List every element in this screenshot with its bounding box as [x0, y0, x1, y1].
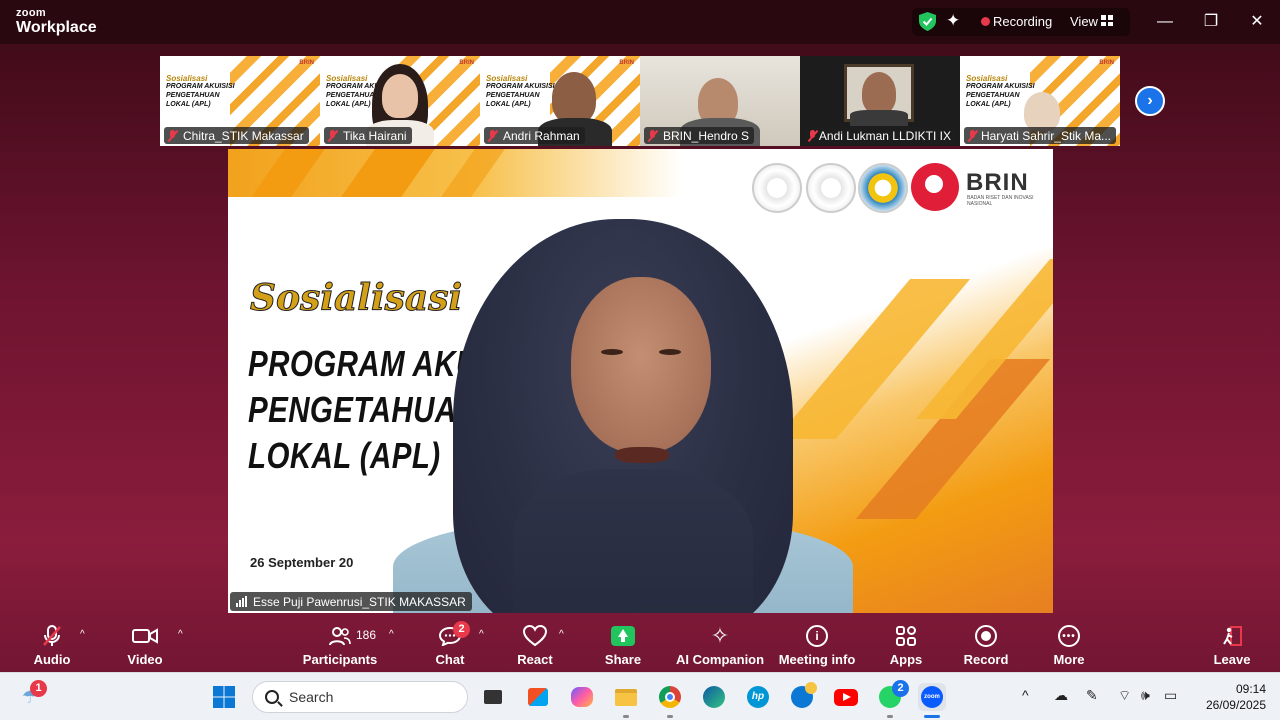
shield-check-icon[interactable]	[919, 12, 936, 31]
wifi-icon[interactable]: ⌔	[1118, 687, 1131, 705]
speaker-video	[393, 219, 853, 613]
institution-logo	[858, 163, 908, 213]
copilot-icon[interactable]	[568, 683, 596, 711]
assistant-app-icon[interactable]	[788, 682, 817, 711]
more-button[interactable]: ••• More	[1050, 620, 1088, 672]
ai-sparkle-icon: ✧	[710, 623, 730, 648]
heart-icon	[523, 620, 547, 652]
people-icon	[329, 620, 351, 652]
participant-tile[interactable]: BRIN Sosialisasi PROGRAM AKUISISI PENGET…	[320, 56, 480, 146]
participant-name-tag: BRIN_Hendro S	[644, 127, 755, 144]
title-bar: zoom Workplace ✦ Recording View — ❐ ✕	[0, 0, 1280, 44]
meeting-toolbar: Audio ^ Video ^ Participants 186 ^ Chat …	[0, 620, 1280, 672]
mic-muted-icon	[808, 129, 815, 142]
system-clock[interactable]: 09:14 26/09/2025	[1196, 681, 1266, 713]
cloud-icon[interactable]: ☁	[1054, 687, 1068, 704]
close-button[interactable]: ✕	[1245, 10, 1269, 34]
video-options-chevron-icon[interactable]: ^	[178, 629, 183, 640]
participant-name-tag: Haryati Sahrir_Stik Ma...	[964, 127, 1116, 144]
participant-tile[interactable]: BRIN Sosialisasi PROGRAM AKUISISI PENGET…	[960, 56, 1120, 146]
zoom-taskbar-icon[interactable]: zoom	[918, 683, 946, 711]
apps-icon	[895, 620, 917, 652]
recording-dot-icon	[981, 17, 990, 26]
react-button[interactable]: React	[516, 620, 554, 672]
react-options-chevron-icon[interactable]: ^	[559, 629, 564, 640]
mic-muted-icon	[648, 129, 657, 142]
meeting-info-button[interactable]: i Meeting info	[778, 620, 856, 672]
brin-subtitle: BADAN RISET DAN INOVASI NASIONAL	[967, 195, 1034, 207]
participant-name-tag: Andi Lukman LLDIKTI IX	[804, 127, 956, 144]
search-icon	[265, 690, 279, 704]
mic-status-icon[interactable]: ✎	[1086, 687, 1098, 704]
taskbar-search-input[interactable]: Search	[252, 681, 468, 713]
chevron-up-icon[interactable]: ^	[1022, 687, 1029, 703]
brin-logo	[911, 163, 959, 211]
slide-date: 26 September 20	[250, 555, 354, 570]
record-button[interactable]: Record	[964, 620, 1008, 672]
chevron-right-icon: ›	[1147, 92, 1153, 109]
participant-name-tag: Tika Hairani	[324, 127, 412, 144]
participants-options-chevron-icon[interactable]: ^	[389, 629, 394, 640]
participant-video	[552, 72, 596, 124]
chrome-icon[interactable]	[656, 683, 684, 711]
participant-strip: BRIN Sosialisasi PROGRAM AKUISISI PENGET…	[160, 56, 1120, 146]
leave-button[interactable]: Leave	[1212, 620, 1252, 672]
recording-label[interactable]: Recording	[993, 14, 1052, 29]
brin-wordmark: BRIN	[966, 169, 1029, 196]
brand-large: Workplace	[16, 19, 97, 36]
info-icon: i	[806, 625, 828, 647]
share-screen-icon	[611, 626, 635, 646]
microsoft-store-icon[interactable]	[524, 683, 552, 711]
youtube-icon[interactable]	[832, 683, 860, 711]
institution-logo	[806, 163, 856, 213]
ai-sparkle-icon[interactable]: ✦	[946, 11, 960, 31]
restore-button[interactable]: ❐	[1199, 10, 1223, 34]
mic-muted-icon	[168, 129, 177, 142]
task-view-icon[interactable]	[479, 683, 507, 711]
windows-taskbar: ☂ 1 Search hp 2 zoom ^ ☁ ✎ ⌔ 🕪 ▭ 09:14 2…	[0, 672, 1280, 720]
share-button[interactable]: Share	[604, 620, 642, 672]
record-icon	[975, 625, 997, 647]
minimize-button[interactable]: —	[1153, 10, 1177, 34]
participant-tile[interactable]: BRIN Sosialisasi PROGRAM AKUISISI PENGET…	[480, 56, 640, 146]
mic-muted-icon	[968, 129, 975, 142]
chat-unread-badge: 2	[453, 621, 470, 638]
participant-video	[1024, 92, 1060, 132]
mic-muted-icon	[41, 620, 63, 652]
participant-tile[interactable]: Andi Lukman LLDIKTI IX	[800, 56, 960, 146]
edge-icon[interactable]	[700, 683, 728, 711]
participant-tile[interactable]: BRIN_Hendro S	[640, 56, 800, 146]
audio-options-chevron-icon[interactable]: ^	[80, 629, 85, 640]
participants-count: 186	[356, 628, 377, 642]
mic-muted-icon	[488, 129, 497, 142]
windows-start-icon[interactable]	[210, 683, 238, 711]
whatsapp-badge: 2	[892, 680, 909, 697]
app-logo: zoom Workplace	[16, 8, 97, 36]
video-button[interactable]: Video	[125, 620, 165, 672]
hp-icon[interactable]: hp	[744, 683, 772, 711]
battery-icon[interactable]: ▭	[1164, 687, 1177, 704]
weather-badge: 1	[30, 680, 47, 697]
volume-icon[interactable]: 🕪	[1141, 687, 1150, 704]
participant-name-tag: Chitra_STIK Makassar	[164, 127, 309, 144]
ai-companion-button[interactable]: ✧ AI Companion	[676, 620, 764, 672]
mic-muted-icon	[328, 129, 337, 142]
camera-icon	[132, 620, 158, 652]
apps-button[interactable]: Apps	[888, 620, 924, 672]
grid-icon[interactable]	[1101, 15, 1113, 26]
file-explorer-icon[interactable]	[612, 683, 640, 711]
chat-options-chevron-icon[interactable]: ^	[479, 629, 484, 640]
audio-button[interactable]: Audio	[32, 620, 72, 672]
signal-strength-icon	[236, 596, 247, 607]
institution-logo	[752, 163, 802, 213]
brand-small: zoom	[16, 7, 46, 19]
active-speaker-video[interactable]: BRIN BADAN RISET DAN INOVASI NASIONAL So…	[228, 149, 1053, 613]
speaker-name-tag: Esse Puji Pawenrusi_STIK MAKASSAR	[230, 592, 472, 611]
leave-exit-icon	[1221, 620, 1243, 652]
next-page-button[interactable]: ›	[1135, 86, 1165, 116]
participant-tile[interactable]: BRIN Sosialisasi PROGRAM AKUISISI PENGET…	[160, 56, 320, 146]
view-button[interactable]: View	[1070, 14, 1098, 29]
more-dots-icon: •••	[1058, 625, 1080, 647]
participant-name-tag: Andri Rahman	[484, 127, 585, 144]
